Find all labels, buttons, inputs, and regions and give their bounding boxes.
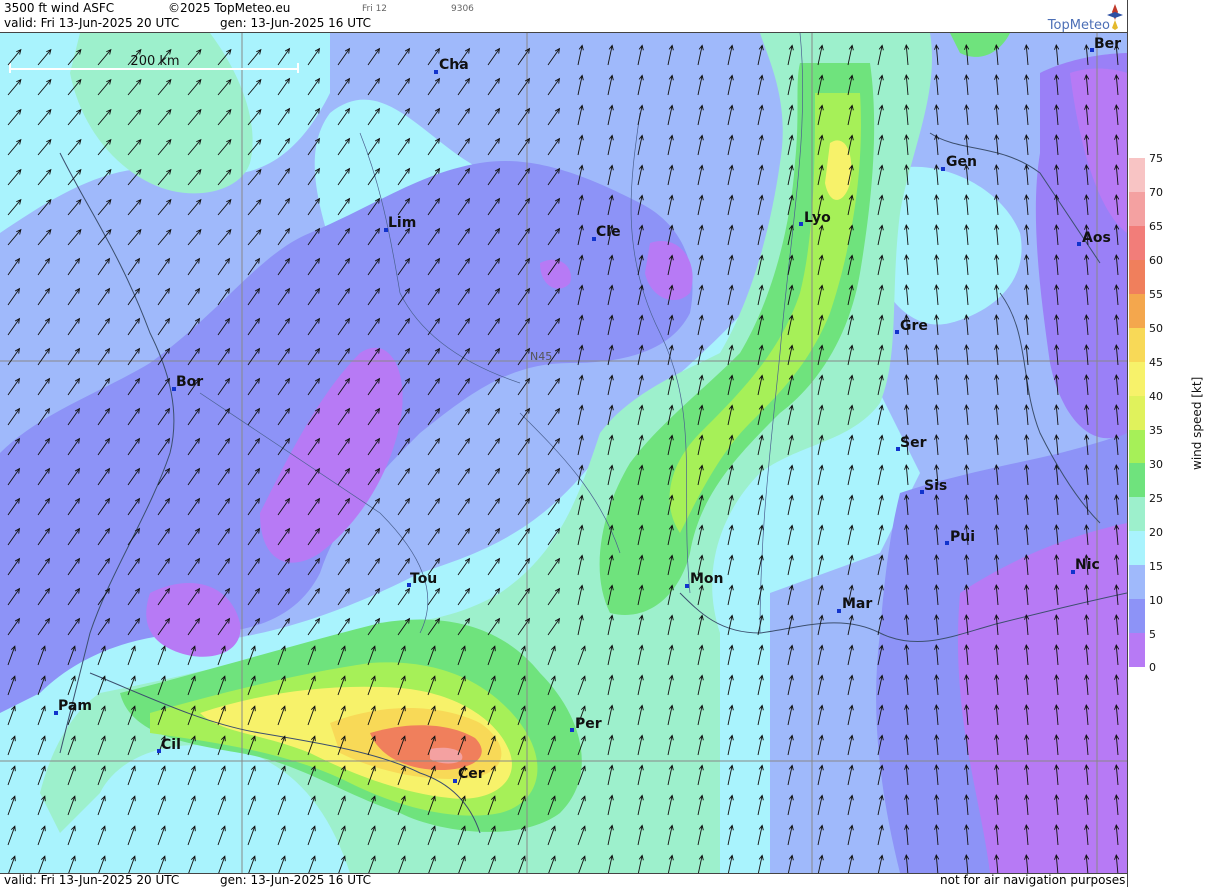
generated-time: gen: 13-Jun-2025 16 UTC <box>220 16 372 30</box>
city-dot-mon <box>685 584 689 588</box>
city-dot-mar <box>837 609 841 613</box>
city-pui[interactable]: Pui <box>950 529 975 545</box>
legend-tick: 10 <box>1149 594 1163 607</box>
wind-map[interactable]: 200 km N45 Cha Lim Cle Lyo Gen Ber Aos G… <box>0 32 1127 874</box>
footer-disclaimer: not for air navigation purposes <box>940 873 1126 887</box>
topmeteo-logo[interactable]: TopMeteo <box>1030 2 1130 33</box>
map-title: 3500 ft wind ASFC <box>4 1 115 15</box>
legend-tick: 55 <box>1149 288 1163 301</box>
legend-color-step <box>1129 599 1145 634</box>
city-gen[interactable]: Gen <box>946 154 977 170</box>
run-code: 9306 <box>451 4 474 14</box>
legend-tick: 15 <box>1149 560 1163 573</box>
city-ser[interactable]: Ser <box>900 435 927 451</box>
legend-tick: 65 <box>1149 220 1163 233</box>
legend-color-step <box>1129 565 1145 600</box>
city-cil[interactable]: Cil <box>161 737 181 753</box>
legend-color-step <box>1129 158 1145 192</box>
legend-tick: 40 <box>1149 390 1163 403</box>
city-dot-gen <box>941 167 945 171</box>
city-dot-cha <box>434 70 438 74</box>
city-ber[interactable]: Ber <box>1094 36 1121 52</box>
city-tou[interactable]: Tou <box>410 571 437 587</box>
legend-color-step <box>1129 497 1145 532</box>
city-dot-gre <box>895 330 899 334</box>
legend-color-step <box>1129 259 1145 294</box>
legend-tick: 60 <box>1149 254 1163 267</box>
city-lim[interactable]: Lim <box>388 215 416 231</box>
legend-color-step <box>1129 191 1145 226</box>
city-per[interactable]: Per <box>575 716 602 732</box>
city-mar[interactable]: Mar <box>842 596 872 612</box>
copyright-text: ©2025 TopMeteo.eu <box>168 1 291 15</box>
footer-valid-time: valid: Fri 13-Jun-2025 20 UTC <box>4 873 180 887</box>
legend-tick: 50 <box>1149 322 1163 335</box>
city-dot-pui <box>945 541 949 545</box>
city-cle[interactable]: Cle <box>596 224 621 240</box>
city-aos[interactable]: Aos <box>1082 230 1111 246</box>
legend-color-step <box>1129 225 1145 260</box>
city-nic[interactable]: Nic <box>1075 557 1100 573</box>
city-sis[interactable]: Sis <box>924 478 947 494</box>
legend-color-step <box>1129 531 1145 566</box>
legend-tick: 30 <box>1149 458 1163 471</box>
city-dot-aos <box>1077 242 1081 246</box>
time-tab[interactable]: Fri 12 <box>362 4 387 14</box>
city-pam[interactable]: Pam <box>58 698 92 714</box>
city-bor[interactable]: Bor <box>176 374 203 390</box>
city-dot-per <box>570 728 574 732</box>
valid-time: valid: Fri 13-Jun-2025 20 UTC <box>4 16 180 30</box>
scale-label: 200 km <box>130 54 179 69</box>
city-lyo[interactable]: Lyo <box>804 210 831 226</box>
legend-color-step <box>1129 633 1145 668</box>
legend-tick: 0 <box>1149 661 1156 674</box>
legend-color-step <box>1129 429 1145 464</box>
legend-tick: 45 <box>1149 356 1163 369</box>
city-mon[interactable]: Mon <box>690 571 724 587</box>
legend-unit: wind speed [kt] <box>1190 376 1204 470</box>
legend-color-step <box>1129 361 1145 396</box>
legend-tick: 75 <box>1149 152 1163 165</box>
legend-tick: 5 <box>1149 628 1156 641</box>
logo-text: TopMeteo <box>1047 18 1110 33</box>
legend-tick: 25 <box>1149 492 1163 505</box>
wind-map-canvas: 200 km N45 Cha Lim Cle Lyo Gen Ber Aos G… <box>0 33 1127 873</box>
city-dot-cer <box>453 779 457 783</box>
legend-tick: 20 <box>1149 526 1163 539</box>
footer-generated-time: gen: 13-Jun-2025 16 UTC <box>220 873 372 887</box>
city-cer[interactable]: Cer <box>458 766 485 782</box>
legend-color-step <box>1129 463 1145 498</box>
legend-tick: 70 <box>1149 186 1163 199</box>
lat-label: N45 <box>530 350 552 363</box>
city-gre[interactable]: Gre <box>900 318 928 334</box>
city-dot-lyo <box>799 222 803 226</box>
legend-colorbar <box>1129 158 1145 668</box>
legend-tick: 35 <box>1149 424 1163 437</box>
legend-color-step <box>1129 293 1145 328</box>
legend-color-step <box>1129 327 1145 362</box>
legend-color-step <box>1129 395 1145 430</box>
city-cha[interactable]: Cha <box>439 57 469 73</box>
